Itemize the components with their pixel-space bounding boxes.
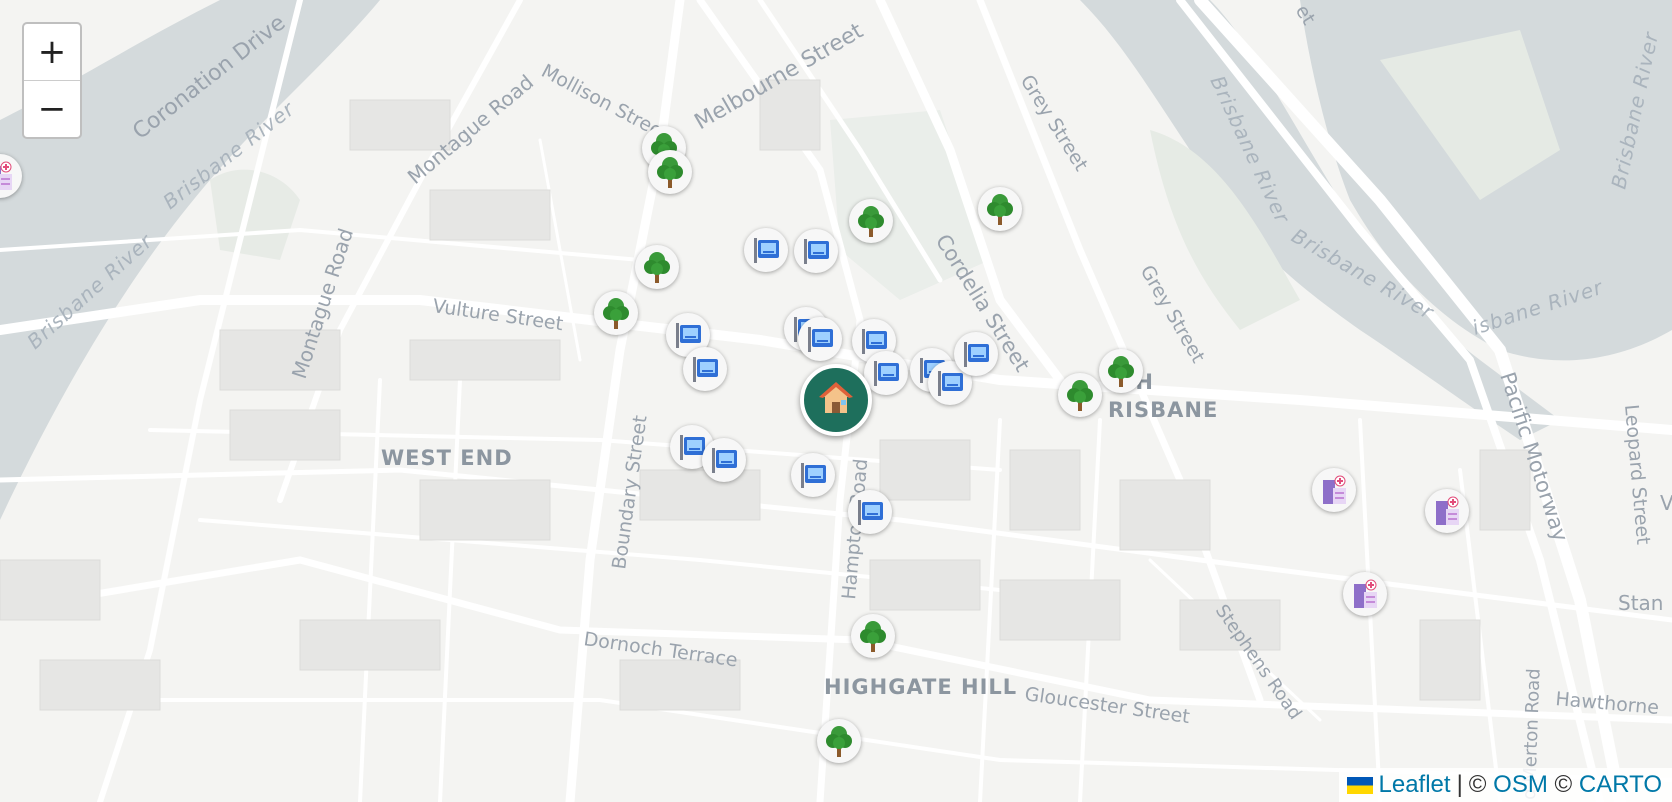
- carto-link[interactable]: CARTO: [1579, 771, 1662, 799]
- school-board-icon: [690, 354, 720, 384]
- school-marker[interactable]: [702, 438, 746, 482]
- leaflet-link[interactable]: Leaflet: [1379, 771, 1451, 799]
- hospital-marker[interactable]: [1343, 572, 1387, 616]
- map-label-highgate-hill: HIGHGATE HILL: [824, 675, 1017, 699]
- park-marker[interactable]: [817, 719, 861, 763]
- park-marker[interactable]: [1099, 349, 1143, 393]
- school-marker[interactable]: [954, 332, 998, 376]
- tree-icon: [601, 296, 631, 330]
- school-board-icon: [751, 235, 781, 265]
- park-marker[interactable]: [635, 245, 679, 289]
- hospital-icon: [1350, 578, 1380, 610]
- home-marker[interactable]: [800, 364, 872, 436]
- zoom-in-button[interactable]: +: [24, 24, 80, 80]
- park-marker[interactable]: [851, 614, 895, 658]
- tree-icon: [642, 250, 672, 284]
- school-marker[interactable]: [683, 347, 727, 391]
- map-label-west-end: WEST END: [381, 446, 513, 470]
- school-board-icon: [709, 445, 739, 475]
- attribution-bar: Leaflet | © OSM © CARTO: [1338, 768, 1672, 802]
- school-marker[interactable]: [848, 490, 892, 534]
- school-board-icon: [673, 320, 703, 350]
- park-marker[interactable]: [978, 187, 1022, 231]
- school-marker[interactable]: [744, 228, 788, 272]
- tree-icon: [655, 155, 685, 189]
- copyright-symbol: ©: [1554, 771, 1573, 798]
- osm-link[interactable]: OSM: [1493, 771, 1548, 799]
- tree-icon: [858, 619, 888, 653]
- school-board-icon: [801, 236, 831, 266]
- hospital-marker[interactable]: [1425, 489, 1469, 533]
- tree-icon: [985, 192, 1015, 226]
- hospital-marker[interactable]: [1312, 468, 1356, 512]
- school-board-icon: [935, 368, 965, 398]
- copyright-symbol: ©: [1468, 771, 1487, 798]
- school-board-icon: [805, 324, 835, 354]
- zoom-out-button[interactable]: −: [24, 80, 80, 137]
- map-view[interactable]: Coronation Drive Brisbane River Brisbane…: [0, 0, 1672, 802]
- tree-icon: [1106, 354, 1136, 388]
- school-board-icon: [855, 497, 885, 527]
- school-marker[interactable]: [791, 453, 835, 497]
- map-label-v-edge: V: [1660, 491, 1672, 515]
- attribution-separator: |: [1456, 771, 1463, 798]
- park-marker[interactable]: [1058, 373, 1102, 417]
- school-marker[interactable]: [794, 229, 838, 273]
- tree-icon: [1065, 378, 1095, 412]
- park-marker[interactable]: [594, 291, 638, 335]
- tree-icon: [856, 204, 886, 238]
- school-board-icon: [871, 358, 901, 388]
- map-label-stanley: Stan: [1618, 591, 1663, 615]
- park-marker[interactable]: [849, 199, 893, 243]
- school-marker[interactable]: [864, 351, 908, 395]
- school-marker[interactable]: [798, 317, 842, 361]
- tree-icon: [824, 724, 854, 758]
- zoom-control: + −: [22, 22, 82, 139]
- ukraine-flag-icon: [1346, 776, 1373, 794]
- hospital-icon: [1432, 495, 1462, 527]
- park-marker[interactable]: [648, 150, 692, 194]
- school-board-icon: [798, 460, 828, 490]
- house-icon: [817, 380, 855, 421]
- map-label-south-brisbane: RISBANE: [1108, 398, 1218, 422]
- hospital-icon: [1319, 474, 1349, 506]
- hospital-icon: [0, 160, 15, 192]
- school-board-icon: [961, 339, 991, 369]
